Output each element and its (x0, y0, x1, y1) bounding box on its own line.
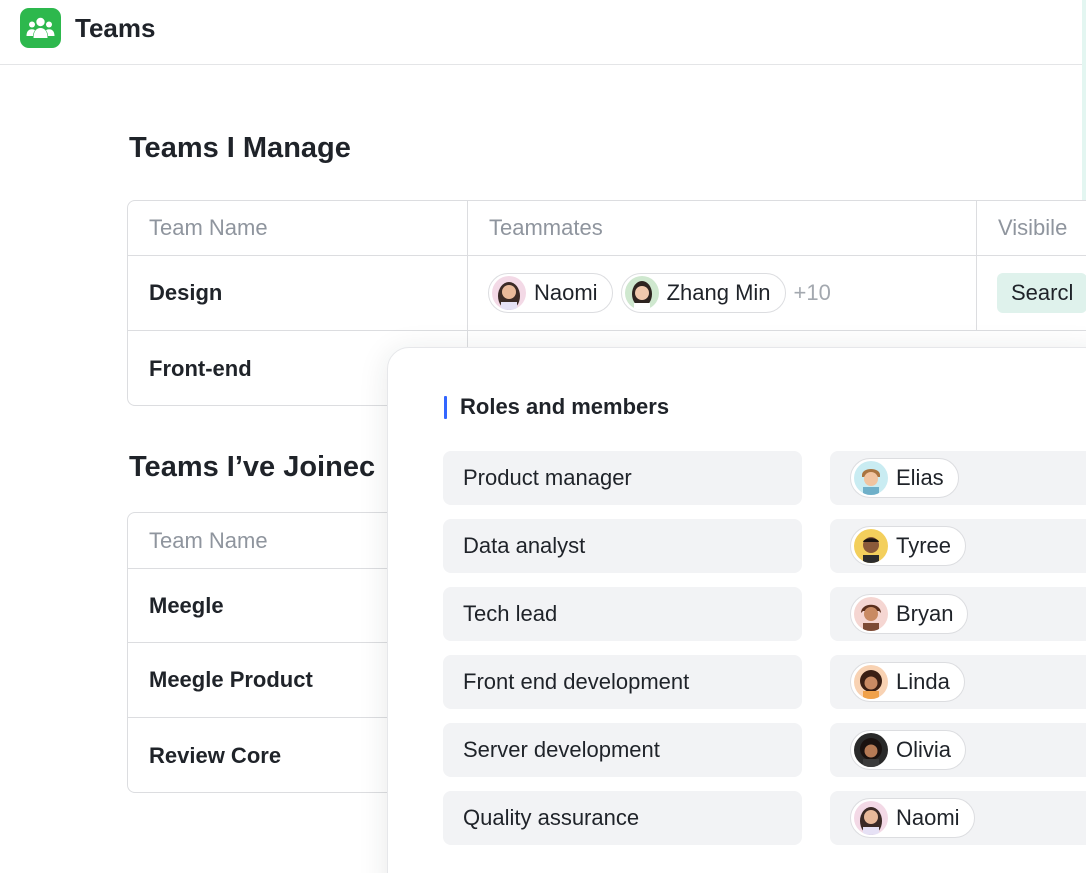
team-name[interactable]: Meegle (149, 569, 224, 642)
member-name: Linda (896, 669, 950, 694)
team-name[interactable]: Front-end (149, 331, 252, 405)
member-name: Elias (896, 465, 944, 490)
visibility-badge: Searcl (997, 273, 1086, 313)
app-header: Teams (0, 0, 1082, 65)
avatar (854, 597, 888, 631)
table-row[interactable]: Design Naomi Zhang Min +10 Searcl (128, 255, 1086, 330)
joined-section-title: Teams I’ve Joinec (129, 451, 376, 483)
team-name[interactable]: Meegle Product (149, 643, 313, 717)
member-cell: Elias (830, 451, 1086, 505)
team-name[interactable]: Review Core (149, 718, 281, 792)
avatar (854, 665, 888, 699)
roles-members-card: Roles and members Product manager Elias … (387, 347, 1086, 873)
table-row[interactable]: Review Core (128, 717, 426, 792)
role-label: Tech lead (443, 587, 802, 641)
member-cell: Tyree (830, 519, 1086, 573)
avatar (492, 276, 526, 310)
member-cell: Olivia (830, 723, 1086, 777)
team-name[interactable]: Design (149, 256, 222, 330)
member-chip[interactable]: Olivia (850, 730, 967, 770)
member-chip[interactable]: Linda (850, 662, 965, 702)
member-chip[interactable]: Naomi (850, 798, 975, 838)
app-title: Teams (75, 13, 156, 43)
avatar (624, 276, 659, 310)
visibility-cell: Searcl (997, 256, 1086, 330)
roles-members-title: Roles and members (444, 394, 669, 420)
member-name: Naomi (896, 805, 960, 830)
avatar (854, 529, 888, 563)
member-name: Olivia (896, 737, 952, 762)
role-label: Quality assurance (443, 791, 802, 845)
table-row[interactable]: Meegle (128, 568, 426, 642)
column-header-visibility: Visibile (998, 215, 1068, 240)
member-cell: Naomi (830, 791, 1086, 845)
team-icon (20, 8, 61, 48)
member-name: Tyree (896, 533, 952, 558)
role-label: Server development (443, 723, 802, 777)
column-header-team-name: Team Name (149, 215, 268, 240)
joined-teams-table: Team Name Meegle Meegle Product Review C… (127, 512, 427, 793)
member-cell: Linda (830, 655, 1086, 709)
member-cell: Bryan (830, 587, 1086, 641)
member-name: Bryan (896, 601, 954, 626)
teammate-chip[interactable]: Naomi (488, 273, 613, 313)
teammates-list: Naomi Zhang Min +10 (488, 256, 831, 330)
teammate-name: Zhang Min (666, 280, 771, 305)
teammate-name: Naomi (534, 280, 598, 305)
avatar (854, 461, 888, 495)
role-label: Product manager (443, 451, 802, 505)
role-label: Front end development (443, 655, 802, 709)
table-header-row: Team Name (128, 513, 426, 568)
role-label: Data analyst (443, 519, 802, 573)
managed-section-title: Teams I Manage (129, 132, 351, 164)
teammate-chip[interactable]: Zhang Min (620, 273, 786, 313)
table-header-row: Team Name Teammates Visibile (128, 201, 1086, 255)
table-row[interactable]: Meegle Product (128, 642, 426, 717)
more-teammates-count[interactable]: +10 (794, 280, 831, 306)
member-chip[interactable]: Tyree (850, 526, 967, 566)
avatar (854, 801, 888, 835)
column-header-teammates: Teammates (489, 215, 603, 240)
member-chip[interactable]: Elias (850, 458, 959, 498)
member-chip[interactable]: Bryan (850, 594, 969, 634)
column-header-team-name: Team Name (149, 527, 268, 553)
avatar (854, 733, 888, 767)
